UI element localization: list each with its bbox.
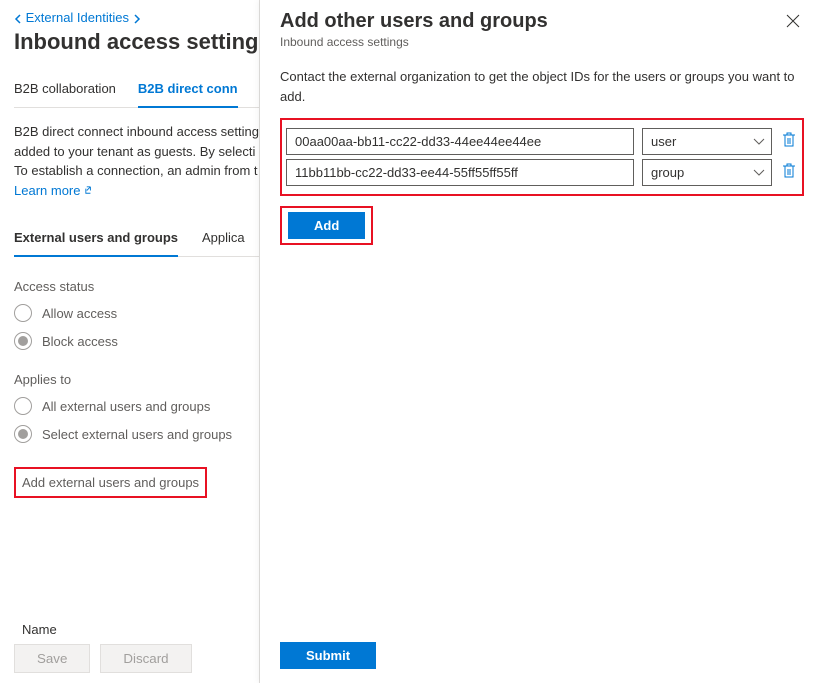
object-id-row: group	[286, 159, 798, 186]
delete-row-button[interactable]	[780, 161, 798, 184]
chevron-down-icon	[753, 169, 765, 177]
radio-icon	[14, 332, 32, 350]
object-id-row: user	[286, 128, 798, 155]
delete-row-button[interactable]	[780, 130, 798, 153]
external-link-icon	[84, 185, 95, 196]
tab-b2b-collaboration[interactable]: B2B collaboration	[14, 73, 116, 107]
radio-icon	[14, 304, 32, 322]
name-column-header: Name	[22, 622, 57, 637]
radio-all-external[interactable]: All external users and groups	[14, 397, 259, 415]
type-select[interactable]: user	[642, 128, 772, 155]
object-id-rows: user group	[280, 118, 804, 196]
add-button[interactable]: Add	[288, 212, 365, 239]
add-external-users-groups-link[interactable]: Add external users and groups	[14, 467, 207, 498]
learn-more-link[interactable]: Learn more	[14, 181, 95, 201]
add-users-panel: Add other users and groups Inbound acces…	[260, 0, 824, 683]
panel-description: Contact the external organization to get…	[280, 67, 804, 106]
close-button[interactable]	[782, 10, 804, 35]
applies-to-label: Applies to	[14, 372, 259, 387]
chevron-left-icon	[14, 14, 22, 24]
panel-title: Add other users and groups	[280, 10, 548, 33]
trash-icon	[782, 163, 796, 179]
radio-select-external[interactable]: Select external users and groups	[14, 425, 259, 443]
chevron-right-icon	[133, 14, 141, 24]
access-status-label: Access status	[14, 279, 259, 294]
submit-button[interactable]: Submit	[280, 642, 376, 669]
chevron-down-icon	[753, 138, 765, 146]
main-content: External Identities Inbound access setti…	[0, 0, 260, 683]
save-button[interactable]: Save	[14, 644, 90, 673]
breadcrumb-parent[interactable]: External Identities	[26, 10, 129, 25]
radio-icon	[14, 397, 32, 415]
footer-buttons: Name Save Discard	[14, 644, 192, 673]
top-tabs: B2B collaboration B2B direct conn	[14, 73, 259, 108]
sub-tabs: External users and groups Applica	[14, 222, 259, 257]
close-icon	[786, 14, 800, 28]
description-text: B2B direct connect inbound access settin…	[14, 122, 259, 200]
tab-applications[interactable]: Applica	[202, 222, 245, 256]
radio-block-access[interactable]: Block access	[14, 332, 259, 350]
breadcrumb[interactable]: External Identities	[14, 10, 259, 25]
page-title: Inbound access setting	[14, 29, 259, 55]
type-select[interactable]: group	[642, 159, 772, 186]
tab-external-users-groups[interactable]: External users and groups	[14, 222, 178, 257]
tab-b2b-direct-connect[interactable]: B2B direct conn	[138, 73, 238, 108]
object-id-input[interactable]	[286, 128, 634, 155]
radio-allow-access[interactable]: Allow access	[14, 304, 259, 322]
radio-icon	[14, 425, 32, 443]
discard-button[interactable]: Discard	[100, 644, 191, 673]
panel-subtitle: Inbound access settings	[280, 35, 548, 49]
trash-icon	[782, 132, 796, 148]
object-id-input[interactable]	[286, 159, 634, 186]
